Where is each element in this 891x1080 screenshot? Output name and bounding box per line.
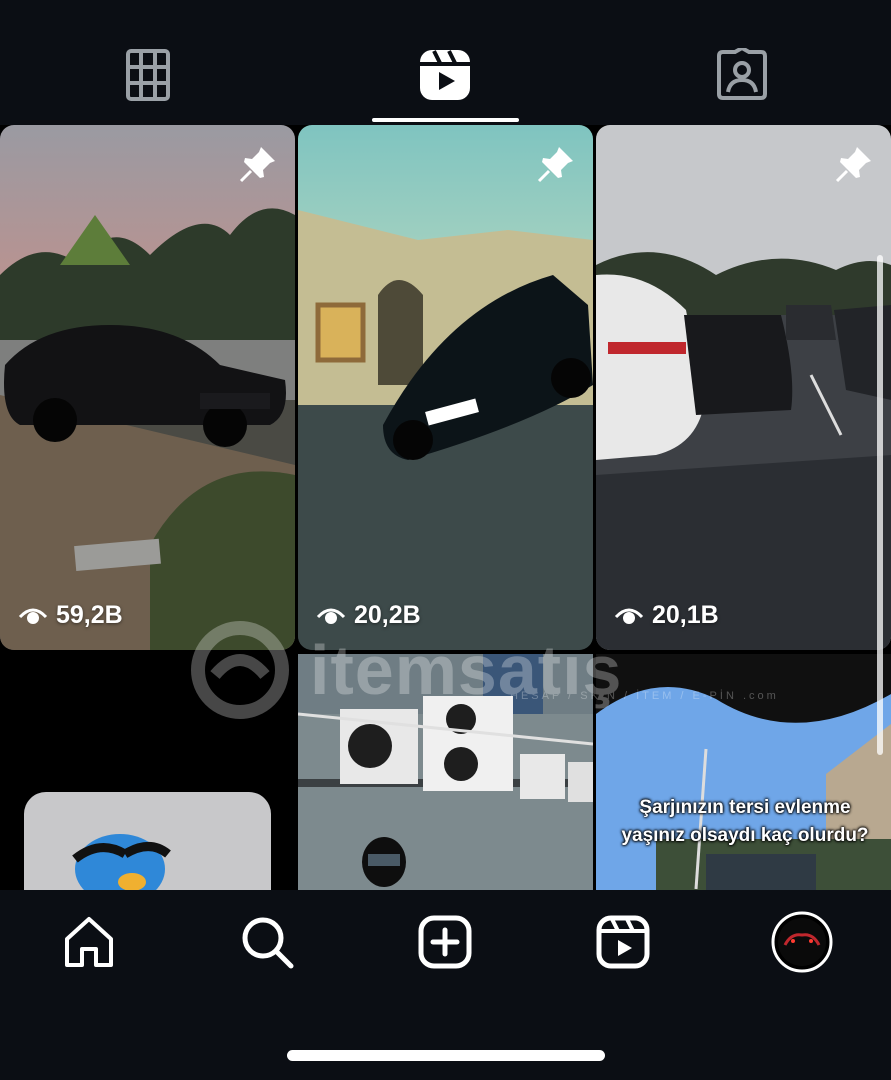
pin-icon [239,147,275,183]
plus-square-icon [418,915,472,969]
avatar [771,911,833,973]
pin-icon [537,147,573,183]
view-count: 59,2B [18,600,123,630]
profile-tab-bar [0,0,891,125]
reel-thumbnail[interactable] [298,654,593,890]
nav-reels[interactable] [591,910,655,974]
tab-grid[interactable] [113,40,183,110]
scrollbar[interactable] [877,255,883,755]
eye-icon [18,608,48,624]
reels-icon [596,915,650,969]
pin-icon [835,147,871,183]
thumbnail-image [0,654,295,890]
active-tab-indicator [372,118,519,122]
eye-icon [316,608,346,624]
reel-thumbnail[interactable]: Şarjınızın tersi evlenme yaşınız olsaydı… [596,654,891,890]
thumbnail-image [298,654,593,890]
thumbnail-image [298,125,593,650]
home-indicator[interactable] [287,1050,605,1061]
reel-thumbnail[interactable]: 20,2B [298,125,593,650]
search-icon [242,917,294,969]
thumbnail-image [596,654,891,890]
thumbnail-image [596,125,891,650]
view-count-text: 20,2B [354,600,421,629]
video-caption: Şarjınızın tersi evlenme yaşınız olsaydı… [621,797,869,846]
tab-tagged[interactable] [707,40,777,110]
nav-profile[interactable] [770,910,834,974]
reel-thumbnail[interactable] [0,654,295,890]
tab-reels[interactable] [410,40,480,110]
tagged-icon [717,48,767,100]
thumbnail-image [0,125,295,650]
view-count-text: 20,1B [652,600,719,629]
view-count: 20,1B [614,600,719,630]
nav-search[interactable] [235,910,299,974]
eye-icon [614,608,644,624]
grid-icon [126,49,170,101]
view-count: 20,2B [316,600,421,630]
reels-grid: 59,2B 20,2B 20,1B Şarjınızın tersi evlen… [0,125,891,890]
nav-home[interactable] [57,910,121,974]
reels-icon [420,50,470,100]
reel-thumbnail[interactable]: 20,1B [596,125,891,650]
view-count-text: 59,2B [56,600,123,629]
home-icon [65,917,113,967]
reel-thumbnail[interactable]: 59,2B [0,125,295,650]
nav-create[interactable] [413,910,477,974]
